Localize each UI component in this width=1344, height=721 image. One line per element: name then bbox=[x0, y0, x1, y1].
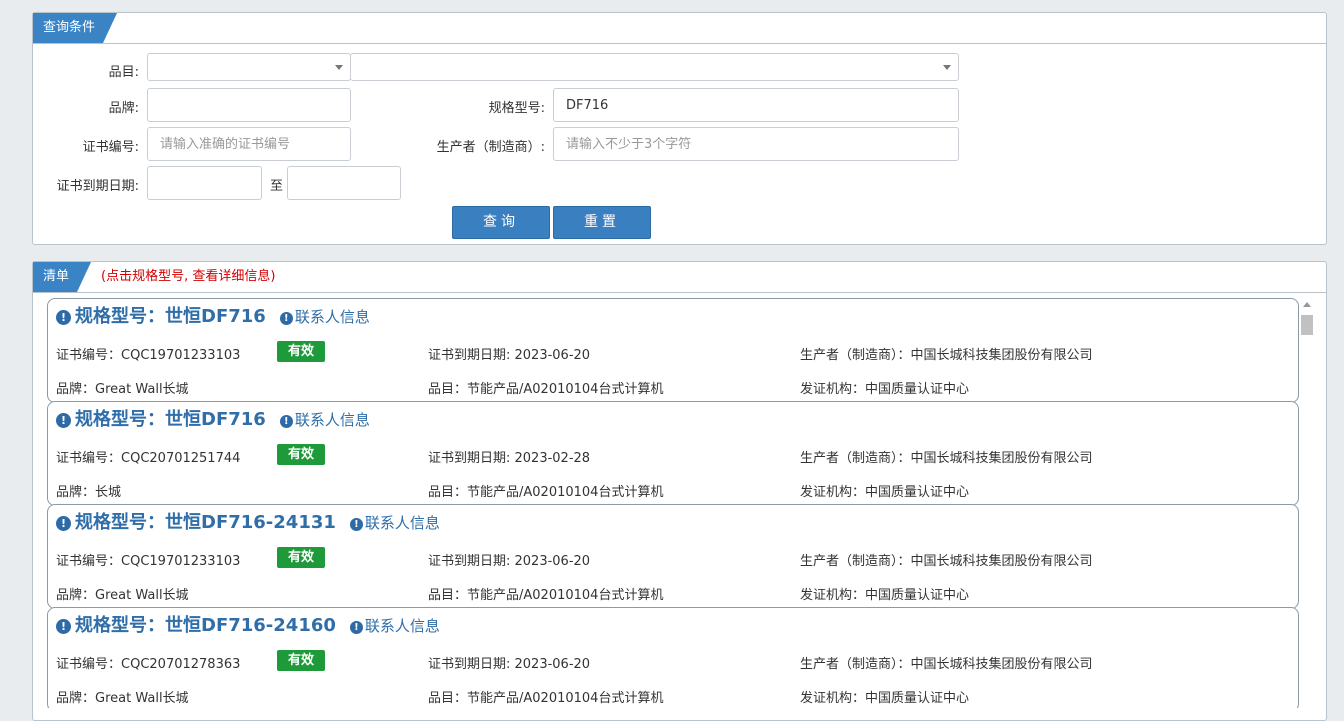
list-item: ! 规格型号：世恒DF716! 联系人信息 证书编号：CQC19701233103 … bbox=[47, 298, 1299, 403]
reset-button[interactable]: 重置 bbox=[553, 206, 651, 239]
contact-info-link[interactable]: ! 联系人信息 bbox=[349, 514, 440, 532]
expiry-date: 证书到期日期: 2023-06-20 bbox=[428, 554, 591, 569]
list-panel: 清单 (点击规格型号, 查看详细信息) ! 规格型号：世恒DF716! 联系人信息 … bbox=[32, 261, 1327, 721]
brand-label: 品牌: bbox=[108, 101, 139, 116]
model-input[interactable] bbox=[553, 88, 959, 122]
producer-input[interactable] bbox=[553, 127, 959, 161]
cert-no-input[interactable] bbox=[147, 127, 351, 161]
query-panel-header: 查询条件 bbox=[33, 13, 1326, 44]
category: 品目：节能产品/A02010104台式计算机 bbox=[428, 382, 664, 397]
status-badge: 有效 bbox=[277, 547, 325, 568]
category: 品目：节能产品/A02010104台式计算机 bbox=[428, 485, 664, 500]
list-panel-header: 清单 (点击规格型号, 查看详细信息) bbox=[33, 262, 1326, 293]
producer-label: 生产者（制造商）: bbox=[436, 140, 545, 155]
expiry-end-input[interactable] bbox=[287, 166, 401, 200]
expiry-date: 证书到期日期: 2023-06-20 bbox=[428, 657, 591, 672]
brand: 品牌：Great Wall长城 bbox=[56, 382, 189, 397]
contact-info-link[interactable]: ! 联系人信息 bbox=[349, 617, 440, 635]
exclamation-circle-icon: ! bbox=[56, 619, 71, 634]
expiry-label: 证书到期日期: bbox=[56, 179, 139, 194]
brand: 品牌：长城 bbox=[56, 485, 122, 500]
item-title: ! 规格型号：世恒DF716 ! 联系人信息 bbox=[56, 408, 370, 432]
exclamation-circle-icon: ! bbox=[56, 310, 71, 325]
exclamation-circle-icon: ! bbox=[349, 518, 363, 531]
model-link[interactable]: 规格型号：世恒DF716 bbox=[75, 306, 266, 327]
list-hint: (点击规格型号, 查看详细信息) bbox=[101, 269, 276, 284]
query-panel-title: 查询条件 bbox=[33, 13, 117, 43]
list-item: ! 规格型号：世恒DF716! 联系人信息 证书编号：CQC20701251744 … bbox=[47, 401, 1299, 506]
exclamation-circle-icon: ! bbox=[56, 413, 71, 428]
brand: 品牌：Great Wall长城 bbox=[56, 588, 189, 603]
exclamation-circle-icon: ! bbox=[349, 621, 363, 634]
cert-no: 证书编号：CQC19701233103 bbox=[56, 554, 241, 569]
exclamation-circle-icon: ! bbox=[56, 516, 71, 531]
category-select[interactable] bbox=[147, 53, 351, 81]
brand-input[interactable] bbox=[147, 88, 351, 122]
contact-info-link[interactable]: ! 联系人信息 bbox=[279, 308, 370, 326]
cert-no: 证书编号：CQC20701251744 bbox=[56, 451, 241, 466]
issuer: 发证机构：中国质量认证中心 bbox=[800, 485, 970, 500]
scroll-up-icon[interactable] bbox=[1303, 302, 1311, 307]
category-label: 品目: bbox=[108, 65, 139, 80]
contact-info-link[interactable]: ! 联系人信息 bbox=[279, 411, 370, 429]
producer: 生产者（制造商）：中国长城科技集团股份有限公司 bbox=[800, 348, 1093, 363]
expiry-start-input[interactable] bbox=[147, 166, 262, 200]
list-item: ! 规格型号：世恒DF716-24160 ! 联系人信息 证书编号：CQC207012… bbox=[47, 607, 1299, 708]
scrollbar-thumb[interactable] bbox=[1301, 315, 1313, 335]
expiry-date: 证书到期日期: 2023-02-28 bbox=[428, 451, 591, 466]
expiry-to-label: 至 bbox=[269, 179, 283, 194]
subcategory-select[interactable] bbox=[350, 53, 959, 81]
issuer: 发证机构：中国质量认证中心 bbox=[800, 382, 970, 397]
search-button[interactable]: 查询 bbox=[452, 206, 550, 239]
issuer: 发证机构：中国质量认证中心 bbox=[800, 588, 970, 603]
result-list: ! 规格型号：世恒DF716! 联系人信息 证书编号：CQC19701233103 … bbox=[47, 298, 1299, 708]
model-label: 规格型号: bbox=[488, 101, 545, 116]
model-link[interactable]: 规格型号：世恒DF716-24131 bbox=[75, 512, 336, 533]
status-badge: 有效 bbox=[277, 444, 325, 465]
exclamation-circle-icon: ! bbox=[279, 415, 293, 428]
query-panel: 查询条件 品目: 品牌: 规格型号: 证书编号: 生产者（制造商）: 证书到期日… bbox=[32, 12, 1327, 245]
status-badge: 有效 bbox=[277, 341, 325, 362]
model-link[interactable]: 规格型号：世恒DF716 bbox=[75, 409, 266, 430]
producer: 生产者（制造商）：中国长城科技集团股份有限公司 bbox=[800, 657, 1093, 672]
status-badge: 有效 bbox=[277, 650, 325, 671]
issuer: 发证机构：中国质量认证中心 bbox=[800, 691, 970, 706]
cert-no: 证书编号：CQC20701278363 bbox=[56, 657, 241, 672]
producer: 生产者（制造商）：中国长城科技集团股份有限公司 bbox=[800, 554, 1093, 569]
list-scrollbar[interactable] bbox=[1301, 298, 1313, 708]
producer: 生产者（制造商）：中国长城科技集团股份有限公司 bbox=[800, 451, 1093, 466]
item-title: ! 规格型号：世恒DF716 ! 联系人信息 bbox=[56, 305, 370, 329]
brand: 品牌：Great Wall长城 bbox=[56, 691, 189, 706]
expiry-date: 证书到期日期: 2023-06-20 bbox=[428, 348, 591, 363]
cert-no-label: 证书编号: bbox=[82, 140, 139, 155]
list-panel-title: 清单 bbox=[33, 262, 91, 292]
list-item: ! 规格型号：世恒DF716-24131 ! 联系人信息 证书编号：CQC197012… bbox=[47, 504, 1299, 609]
cert-no: 证书编号：CQC19701233103 bbox=[56, 348, 241, 363]
item-title: ! 规格型号：世恒DF716-24160 ! 联系人信息 bbox=[56, 614, 440, 638]
chevron-down-icon bbox=[943, 65, 951, 70]
model-link[interactable]: 规格型号：世恒DF716-24160 bbox=[75, 615, 336, 636]
item-title: ! 规格型号：世恒DF716-24131 ! 联系人信息 bbox=[56, 511, 440, 535]
exclamation-circle-icon: ! bbox=[279, 312, 293, 325]
category: 品目：节能产品/A02010104台式计算机 bbox=[428, 588, 664, 603]
category: 品目：节能产品/A02010104台式计算机 bbox=[428, 691, 664, 706]
chevron-down-icon bbox=[335, 65, 343, 70]
